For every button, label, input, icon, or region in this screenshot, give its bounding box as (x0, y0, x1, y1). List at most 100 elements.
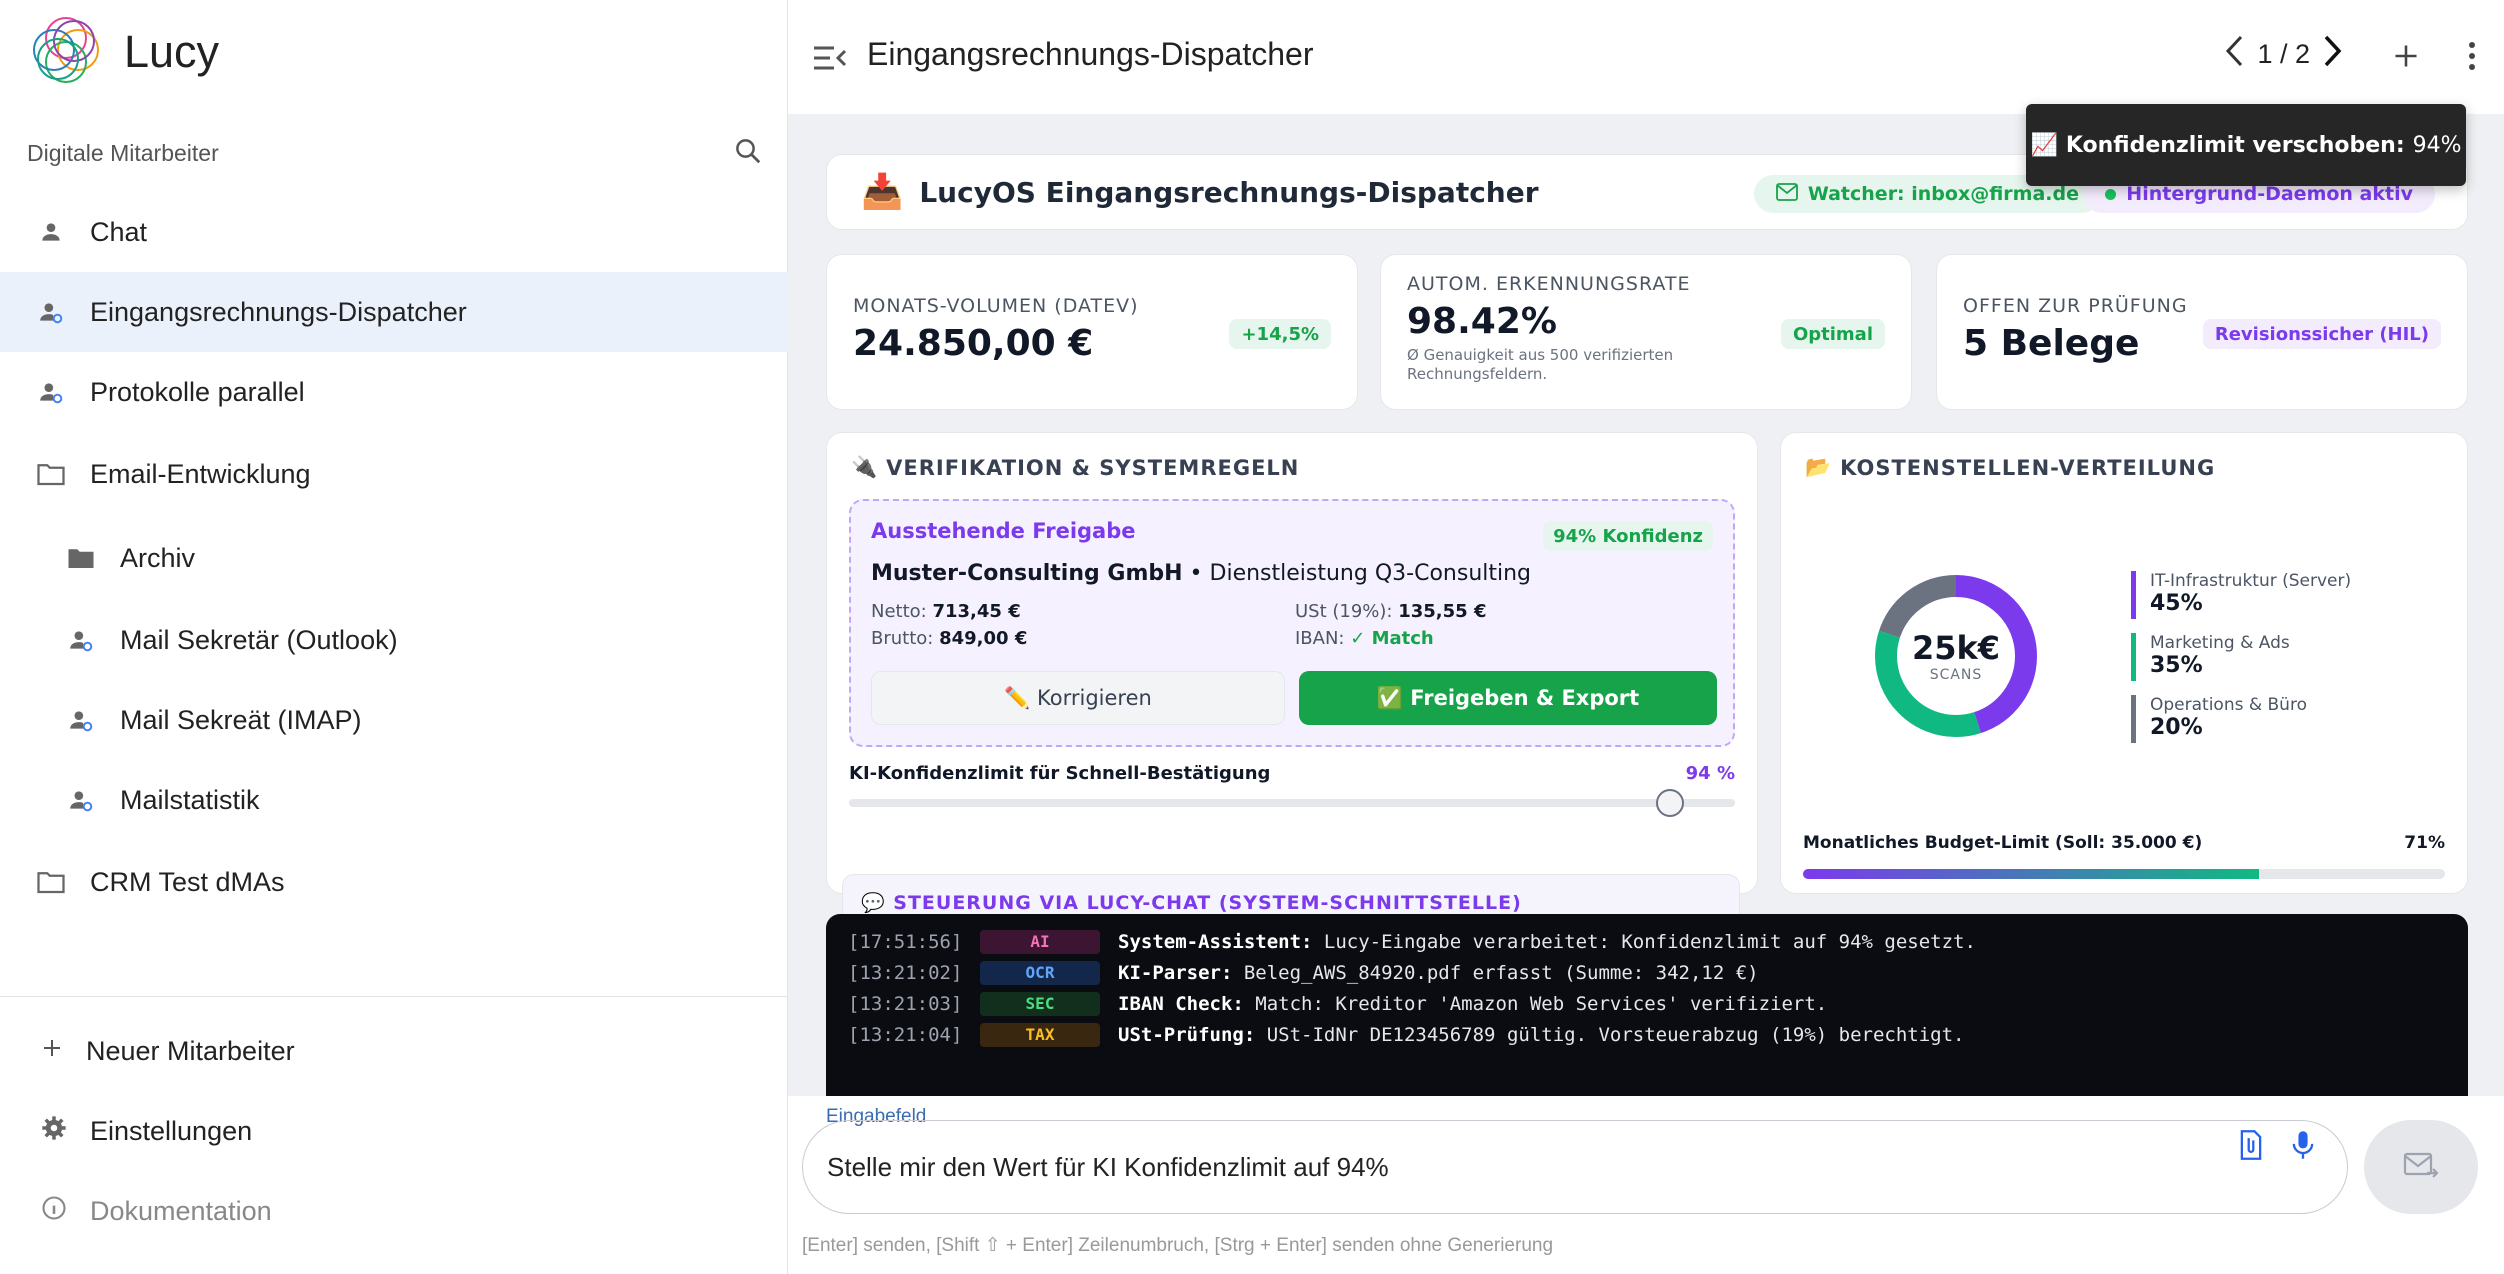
log-message: Beleg_AWS_84920.pdf erfasst (Summe: 342,… (1232, 961, 1759, 984)
sidebar-item-chat[interactable]: Chat (0, 192, 788, 272)
sidebar-item-mail-sekreat-imap[interactable]: Mail Sekreät (IMAP) (0, 680, 788, 760)
envelope-icon (1775, 182, 1798, 206)
new-employee-button[interactable]: Neuer Mitarbeiter (0, 1011, 788, 1091)
log-row: [13:21:04] TAX USt-Prüfung: USt-IdNr DE1… (848, 1019, 2446, 1050)
sidebar-item-label: Mailstatistik (120, 784, 260, 815)
sidebar-folder-email-entwicklung[interactable]: Email-Entwicklung (0, 432, 788, 516)
iban-row: IBAN: ✓ Match (1295, 628, 1715, 649)
log-message: Lucy-Eingabe verarbeitet: Konfidenzlimit… (1312, 930, 1976, 953)
section-label: Digitale Mitarbeiter (27, 139, 219, 166)
sidebar-folder-archiv[interactable]: Archiv (0, 516, 788, 600)
confidence-slider[interactable] (849, 789, 1735, 817)
kpi-label: MONATS-VOLUMEN (DATEV) (853, 295, 1139, 317)
legend-value: 35% (2150, 653, 2203, 678)
slider-thumb[interactable] (1655, 789, 1684, 817)
more-vert-icon[interactable] (2452, 36, 2492, 76)
sidebar-folder-crm-test-dmas[interactable]: CRM Test dMAs (0, 840, 788, 924)
log-timestamp: [13:21:02] (848, 961, 963, 984)
donut-center-label: SCANS (1929, 667, 1983, 683)
legend-name: Marketing & Ads (2150, 633, 2290, 653)
folder-outline-icon (36, 867, 66, 897)
kpi-badge: Revisionssicher (HIL) (2202, 319, 2441, 349)
person-gear-icon (36, 297, 66, 327)
sidebar-item-label: CRM Test dMAs (90, 866, 285, 897)
kpi-badge: Optimal (1780, 319, 1885, 349)
chat-input-container[interactable] (802, 1120, 2348, 1214)
activity-log-terminal: [17:51:56] AI System-Assistent: Lucy-Ein… (826, 914, 2468, 1096)
legend-value: 20% (2150, 715, 2203, 740)
donut-center: 25k€ SCANS (1871, 571, 2041, 741)
netto-value: 713,45 € (932, 601, 1021, 622)
cost-distribution-card: 📂 KOSTENSTELLEN-VERTEILUNG 25k€ SCANS IT… (1780, 432, 2468, 894)
budget-progress-bar (1803, 869, 2445, 879)
verification-heading: 🔌 VERIFIKATION & SYSTEMREGELN (851, 455, 1299, 480)
app-name: Lucy (124, 26, 220, 77)
log-row: [17:51:56] AI System-Assistent: Lucy-Ein… (848, 926, 2446, 957)
heading-text: VERIFIKATION & SYSTEMREGELN (886, 455, 1300, 480)
sidebar-item-eingangsrechnungs-dispatcher[interactable]: Eingangsrechnungs-Dispatcher (0, 272, 788, 352)
kpi-label: AUTOM. ERKENNUNGSRATE (1407, 273, 1691, 295)
netto-label: Netto: (871, 601, 927, 622)
chevron-right-icon[interactable] (2322, 34, 2344, 75)
sidebar-item-mailstatistik[interactable]: Mailstatistik (0, 760, 788, 840)
pager: 1 / 2 (2223, 34, 2344, 75)
dispatcher-title: LucyOS Eingangsrechnungs-Dispatcher (919, 175, 1539, 209)
sidebar-nav: Chat Eingangsrechnungs-Dispatcher Protok… (0, 192, 788, 924)
log-tag: TAX (980, 1022, 1100, 1047)
microphone-icon[interactable] (2286, 1128, 2320, 1162)
budget-progress-fill (1803, 869, 2259, 879)
settings-button[interactable]: Einstellungen (0, 1091, 788, 1171)
donut-center-value: 25k€ (1911, 629, 2001, 667)
log-source: USt-Prüfung: (1118, 1023, 1256, 1046)
brutto-row: Brutto: 849,00 € (871, 628, 1295, 649)
info-icon (40, 1194, 68, 1229)
cost-donut-chart: 25k€ SCANS (1871, 571, 2041, 741)
send-button[interactable] (2364, 1120, 2478, 1214)
approve-export-button[interactable]: ✅ Freigeben & Export (1299, 671, 1717, 725)
sidebar-item-label: Mail Sekreät (IMAP) (120, 704, 362, 735)
vendor-name: Muster-Consulting GmbH (871, 561, 1183, 586)
legend-item-operations: Operations & Büro 20% (2131, 695, 2351, 743)
sidebar-item-mail-sekretar-outlook[interactable]: Mail Sekretär (Outlook) (0, 600, 788, 680)
kpi-card-open-review: OFFEN ZUR PRÜFUNG 5 Belege Revisionssich… (1936, 254, 2468, 410)
person-gear-icon (36, 377, 66, 407)
bottom-item-label: Dokumentation (90, 1195, 272, 1226)
person-icon (36, 217, 66, 247)
confidence-slider-label: KI-Konfidenzlimit für Schnell-Bestätigun… (849, 763, 1735, 784)
chart-up-icon: 📈 (2030, 132, 2058, 158)
kpi-card-volume: MONATS-VOLUMEN (DATEV) 24.850,00 € +14,5… (826, 254, 1358, 410)
attach-file-icon[interactable] (2234, 1128, 2268, 1162)
bottom-item-label: Einstellungen (90, 1115, 253, 1146)
sidebar-bottom: Neuer Mitarbeiter Einstellungen Dokument… (0, 996, 788, 1251)
sidebar-item-protokolle-parallel[interactable]: Protokolle parallel (0, 352, 788, 432)
legend-item-it: IT-Infrastruktur (Server) 45% (2131, 571, 2351, 619)
status-dot (2105, 188, 2117, 200)
sidebar-item-label: Archiv (120, 542, 196, 573)
toast-value: 94% (2412, 132, 2462, 158)
sidebar-item-label: Protokolle parallel (90, 376, 305, 407)
ust-label: USt (19%): (1295, 601, 1393, 622)
correct-button[interactable]: ✏️ Korrigieren (871, 671, 1285, 725)
search-icon[interactable] (733, 136, 763, 171)
menu-collapse-icon[interactable] (810, 38, 850, 78)
sidebar-item-label: Email-Entwicklung (90, 458, 311, 489)
amount-grid: Netto: 713,45 € USt (19%): 135,55 € Brut… (871, 601, 1717, 649)
add-icon[interactable] (2386, 36, 2426, 76)
legend-value: 45% (2150, 591, 2203, 616)
budget-label: Monatliches Budget-Limit (Soll: 35.000 €… (1803, 833, 2203, 853)
iban-label: IBAN: (1295, 628, 1345, 649)
log-tag: SEC (980, 991, 1100, 1016)
slider-value-text: 94 % (1685, 763, 1735, 784)
toast-label: Konfidenzlimit verschoben: (2065, 132, 2405, 158)
ust-value: 135,55 € (1398, 601, 1487, 622)
sidebar-item-label: Chat (90, 216, 148, 247)
toast-notification: 📈 Konfidenzlimit verschoben: 94% (2026, 104, 2466, 186)
brand[interactable]: Lucy (24, 6, 219, 98)
cost-heading: 📂 KOSTENSTELLEN-VERTEILUNG (1805, 455, 2215, 480)
person-gear-icon (66, 705, 96, 735)
chat-input[interactable] (827, 1151, 2207, 1183)
log-row: [13:21:03] SEC IBAN Check: Match: Kredit… (848, 988, 2446, 1019)
chevron-left-icon[interactable] (2223, 34, 2245, 75)
log-source: System-Assistent: (1118, 930, 1313, 953)
documentation-link[interactable]: Dokumentation (0, 1171, 788, 1251)
